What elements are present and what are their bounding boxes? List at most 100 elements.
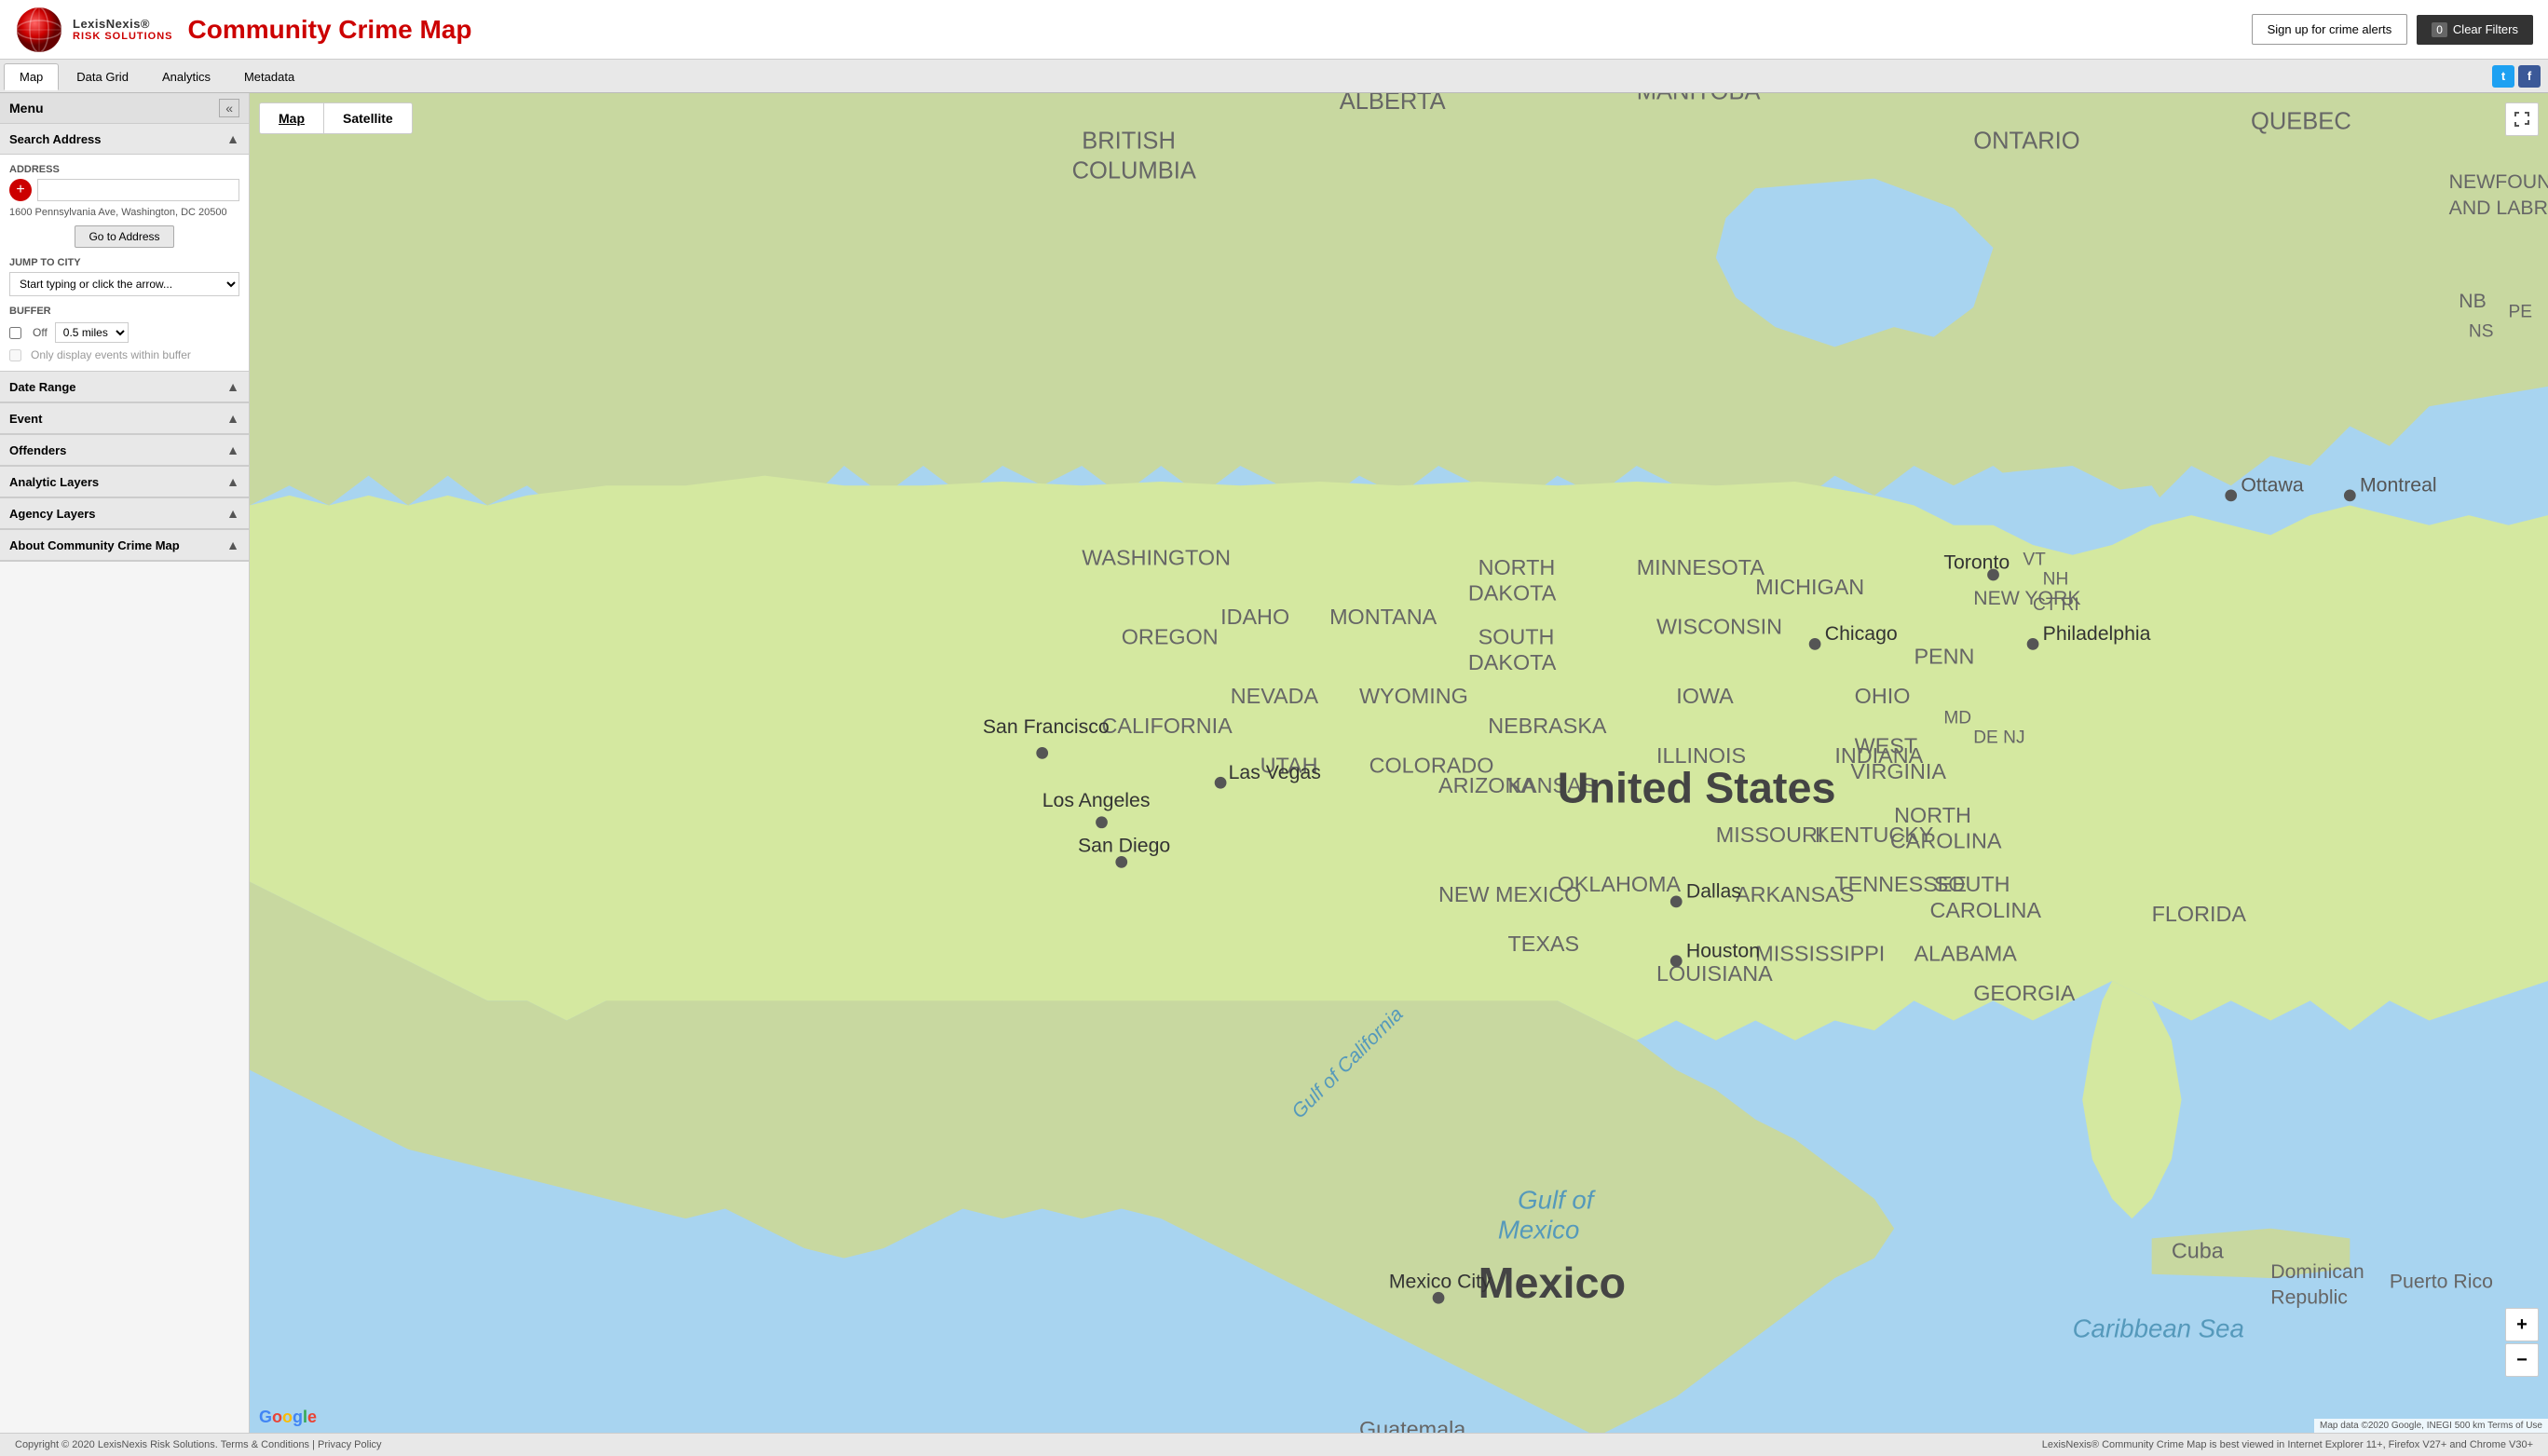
tab-map[interactable]: Map — [4, 63, 59, 90]
clear-filters-button[interactable]: 0 Clear Filters — [2417, 15, 2533, 45]
zoom-in-button[interactable]: + — [2505, 1308, 2539, 1341]
svg-text:INDIANA: INDIANA — [1834, 743, 1923, 768]
section-label-analytic-layers: Analytic Layers — [9, 475, 99, 489]
section-header-agency-layers[interactable]: Agency Layers ▲ — [0, 498, 249, 529]
map-area[interactable]: Map Satellite — [250, 93, 2548, 1433]
svg-text:SOUTH: SOUTH — [1934, 872, 2010, 896]
section-search-address: Search Address ▲ Address + 1600 Pennsylv… — [0, 124, 249, 372]
section-event: Event ▲ — [0, 403, 249, 435]
section-header-about[interactable]: About Community Crime Map ▲ — [0, 530, 249, 561]
svg-text:WYOMING: WYOMING — [1359, 684, 1468, 708]
svg-text:SOUTH: SOUTH — [1478, 624, 1555, 648]
section-header-search-address[interactable]: Search Address ▲ — [0, 124, 249, 155]
svg-text:Ottawa: Ottawa — [2241, 474, 2304, 497]
svg-text:ARIZONA: ARIZONA — [1438, 773, 1535, 797]
terms-link[interactable]: Terms & Conditions — [221, 1439, 309, 1450]
go-to-address-button[interactable]: Go to Address — [75, 225, 173, 248]
svg-text:Los Angeles: Los Angeles — [1042, 789, 1151, 811]
svg-text:Caribbean Sea: Caribbean Sea — [2073, 1314, 2244, 1343]
buffer-events-label: Only display events within buffer — [31, 348, 191, 361]
section-label-offenders: Offenders — [9, 443, 66, 457]
brand-name: LexisNexis® — [73, 17, 173, 31]
section-header-analytic-layers[interactable]: Analytic Layers ▲ — [0, 467, 249, 497]
svg-text:NB: NB — [2459, 290, 2487, 312]
section-label-date-range: Date Range — [9, 380, 76, 394]
logo-text: LexisNexis® RISK SOLUTIONS — [73, 17, 173, 42]
section-label-agency-layers: Agency Layers — [9, 507, 96, 521]
body: Menu « Search Address ▲ Address + 1600 P… — [0, 93, 2548, 1433]
social-icons: t f — [2492, 65, 2544, 88]
svg-text:BRITISH: BRITISH — [1082, 129, 1176, 155]
google-logo: Google — [259, 1408, 317, 1427]
svg-text:MISSOURI: MISSOURI — [1716, 823, 1824, 847]
add-pin-button[interactable]: + — [9, 179, 32, 201]
twitter-icon[interactable]: t — [2492, 65, 2514, 88]
signup-button[interactable]: Sign up for crime alerts — [2252, 14, 2408, 45]
section-header-event[interactable]: Event ▲ — [0, 403, 249, 434]
section-header-date-range[interactable]: Date Range ▲ — [0, 372, 249, 402]
svg-text:Gulf of: Gulf of — [1518, 1186, 1597, 1215]
address-input[interactable] — [37, 179, 239, 201]
map-view-tab-satellite[interactable]: Satellite — [324, 103, 412, 133]
brand-sub: RISK SOLUTIONS — [73, 31, 173, 42]
map-view-tab-map[interactable]: Map — [260, 103, 324, 133]
svg-text:CALIFORNIA: CALIFORNIA — [1101, 714, 1233, 738]
svg-text:CAROLINA: CAROLINA — [1929, 898, 2041, 922]
map-view-tabs: Map Satellite — [259, 102, 413, 134]
footer-right: LexisNexis® Community Crime Map is best … — [2042, 1439, 2533, 1450]
svg-text:Las Vegas: Las Vegas — [1229, 761, 1321, 783]
svg-text:VT: VT — [2023, 550, 2046, 569]
svg-text:NEW MEXICO: NEW MEXICO — [1438, 882, 1581, 906]
svg-text:DE NJ: DE NJ — [1973, 728, 2024, 748]
svg-text:NS: NS — [2469, 322, 2494, 342]
section-label-about: About Community Crime Map — [9, 538, 180, 552]
facebook-icon[interactable]: f — [2518, 65, 2541, 88]
section-toggle-analytic-layers: ▲ — [226, 474, 239, 489]
svg-text:Chicago: Chicago — [1825, 622, 1898, 645]
tab-data-grid[interactable]: Data Grid — [61, 63, 144, 89]
svg-text:NORTH: NORTH — [1894, 803, 1971, 827]
zoom-out-button[interactable]: − — [2505, 1343, 2539, 1377]
section-label-search-address: Search Address — [9, 132, 102, 146]
svg-text:TEXAS: TEXAS — [1507, 932, 1579, 956]
jump-city-label: Jump to City — [9, 257, 239, 268]
section-offenders: Offenders ▲ — [0, 435, 249, 467]
svg-text:GEORGIA: GEORGIA — [1973, 981, 2076, 1005]
svg-text:ALBERTA: ALBERTA — [1340, 93, 1446, 115]
svg-text:Mexico City: Mexico City — [1389, 1271, 1492, 1293]
address-label: Address — [9, 164, 239, 175]
buffer-distance-select[interactable]: 0.5 miles 1 mile 2 miles 5 miles — [55, 322, 129, 343]
menu-collapse-button[interactable]: « — [219, 99, 239, 117]
svg-text:Montreal: Montreal — [2360, 474, 2437, 497]
footer: Copyright © 2020 LexisNexis Risk Solutio… — [0, 1433, 2548, 1456]
tab-analytics[interactable]: Analytics — [146, 63, 226, 89]
svg-text:MD: MD — [1943, 708, 1971, 728]
section-toggle-search-address: ▲ — [226, 131, 239, 146]
svg-text:ALABAMA: ALABAMA — [1914, 942, 2017, 966]
svg-text:Mexico: Mexico — [1498, 1215, 1580, 1244]
map-fullscreen-button[interactable] — [2505, 102, 2539, 136]
tab-metadata[interactable]: Metadata — [228, 63, 310, 89]
clear-filters-label: Clear Filters — [2453, 22, 2518, 36]
sidebar: Menu « Search Address ▲ Address + 1600 P… — [0, 93, 250, 1433]
menu-title: Menu — [9, 101, 44, 116]
section-toggle-event: ▲ — [226, 411, 239, 426]
svg-text:United States: United States — [1558, 764, 1836, 812]
section-date-range: Date Range ▲ — [0, 372, 249, 403]
svg-text:Dominican: Dominican — [2270, 1260, 2364, 1283]
privacy-link[interactable]: Privacy Policy — [318, 1439, 381, 1450]
svg-text:PENN: PENN — [1914, 645, 1974, 669]
svg-text:San Diego: San Diego — [1078, 835, 1170, 857]
buffer-events-checkbox[interactable] — [9, 349, 21, 361]
buffer-label: Buffer — [9, 306, 239, 317]
section-header-offenders[interactable]: Offenders ▲ — [0, 435, 249, 466]
svg-text:OHIO: OHIO — [1855, 684, 1911, 708]
svg-text:Mexico: Mexico — [1478, 1259, 1627, 1307]
svg-text:IOWA: IOWA — [1676, 684, 1734, 708]
svg-text:MONTANA: MONTANA — [1329, 605, 1438, 629]
jump-city-select[interactable]: Start typing or click the arrow... — [9, 272, 239, 296]
buffer-events-row: Only display events within buffer — [9, 348, 239, 361]
address-hint: 1600 Pennsylvania Ave, Washington, DC 20… — [9, 207, 239, 218]
buffer-checkbox[interactable] — [9, 327, 21, 339]
fullscreen-icon — [2514, 111, 2530, 128]
